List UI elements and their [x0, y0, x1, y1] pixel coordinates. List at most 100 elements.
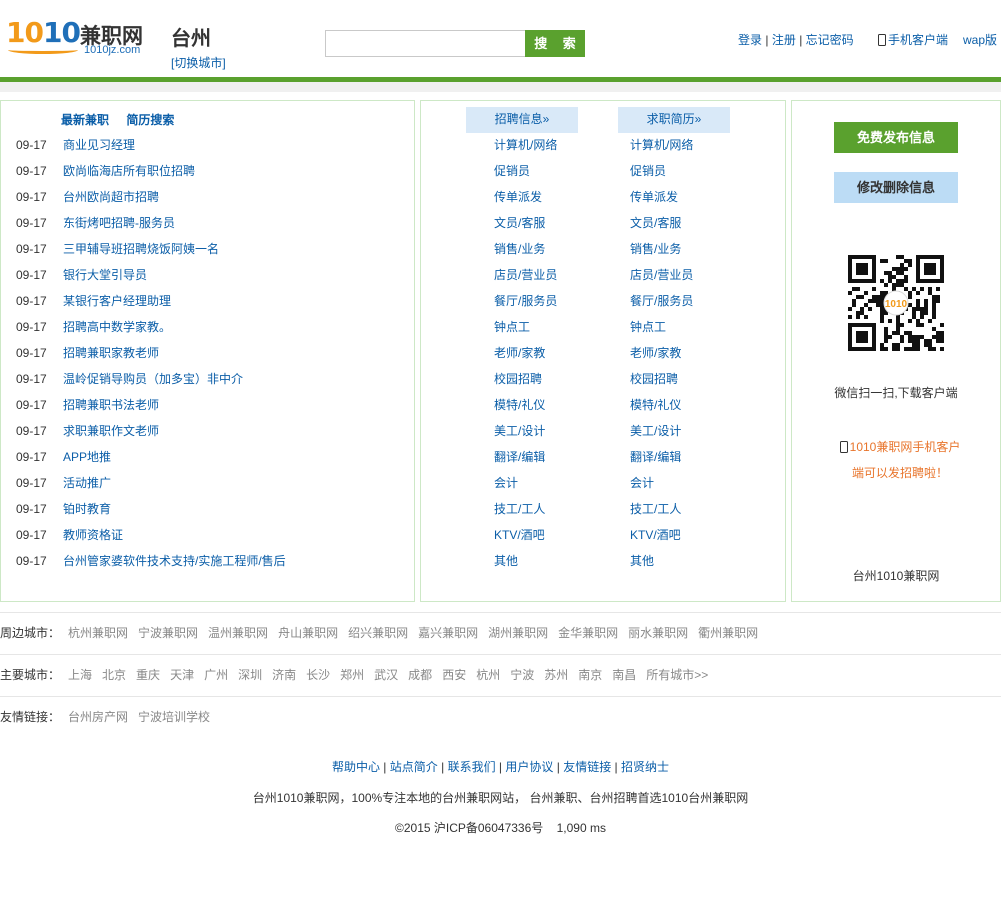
nearby-city-link[interactable]: 宁波兼职网	[138, 626, 198, 640]
nearby-city-link[interactable]: 舟山兼职网	[278, 626, 338, 640]
major-city-link[interactable]: 郑州	[340, 668, 364, 682]
recruit-category-link[interactable]: 传单派发	[494, 187, 557, 213]
job-title-link[interactable]: 铂时教育	[63, 502, 111, 516]
search-input[interactable]	[325, 30, 526, 57]
resume-category-link[interactable]: 会计	[630, 473, 693, 499]
recruit-category-link[interactable]: 销售/业务	[494, 239, 557, 265]
recruit-category-link[interactable]: 钟点工	[494, 317, 557, 343]
recruit-category-link[interactable]: 餐厅/服务员	[494, 291, 557, 317]
resume-category-link[interactable]: 销售/业务	[630, 239, 693, 265]
login-link[interactable]: 登录	[738, 33, 762, 47]
site-logo[interactable]: 1010 兼职网 1010jz.com	[6, 16, 156, 58]
job-title-link[interactable]: 招聘兼职书法老师	[63, 398, 159, 412]
job-title-link[interactable]: 某银行客户经理助理	[63, 294, 171, 308]
job-title-link[interactable]: 教师资格证	[63, 528, 123, 542]
job-title-link[interactable]: 台州欧尚超市招聘	[63, 190, 159, 204]
major-city-link[interactable]: 长沙	[306, 668, 330, 682]
tab-latest-jobs[interactable]: 最新兼职	[61, 113, 109, 127]
nearby-city-link[interactable]: 嘉兴兼职网	[418, 626, 478, 640]
wap-link[interactable]: wap版	[963, 31, 997, 48]
major-city-link[interactable]: 苏州	[544, 668, 568, 682]
recruit-category-link[interactable]: 老师/家教	[494, 343, 557, 369]
footer-link[interactable]: 友情链接	[563, 760, 611, 774]
nearby-city-link[interactable]: 湖州兼职网	[488, 626, 548, 640]
resume-category-link[interactable]: 翻译/编辑	[630, 447, 693, 473]
job-title-link[interactable]: 招聘兼职家教老师	[63, 346, 159, 360]
nearby-city-link[interactable]: 丽水兼职网	[628, 626, 688, 640]
job-title-link[interactable]: 商业见习经理	[63, 138, 135, 152]
recruit-category-link[interactable]: 校园招聘	[494, 369, 557, 395]
resume-category-link[interactable]: KTV/酒吧	[630, 525, 693, 551]
footer-link[interactable]: 联系我们	[448, 760, 496, 774]
major-city-link[interactable]: 杭州	[476, 668, 500, 682]
job-title-link[interactable]: 求职兼职作文老师	[63, 424, 159, 438]
job-title-link[interactable]: 招聘高中数学家教。	[63, 320, 171, 334]
recruit-category-link[interactable]: 美工/设计	[494, 421, 557, 447]
major-city-link[interactable]: 深圳	[238, 668, 262, 682]
recruit-category-link[interactable]: 技工/工人	[494, 499, 557, 525]
job-title-link[interactable]: 东街烤吧招聘-服务员	[63, 216, 175, 230]
resume-category-link[interactable]: 计算机/网络	[630, 135, 693, 161]
resume-category-link[interactable]: 钟点工	[630, 317, 693, 343]
recruit-category-link[interactable]: 其他	[494, 551, 557, 577]
major-city-link[interactable]: 上海	[68, 668, 92, 682]
footer-link[interactable]: 招贤纳士	[621, 760, 669, 774]
recruit-category-link[interactable]: 模特/礼仪	[494, 395, 557, 421]
resume-category-link[interactable]: 其他	[630, 551, 693, 577]
forgot-password-link[interactable]: 忘记密码	[806, 33, 854, 47]
footer-link[interactable]: 用户协议	[505, 760, 553, 774]
resume-category-link[interactable]: 餐厅/服务员	[630, 291, 693, 317]
major-city-link[interactable]: 南京	[578, 668, 602, 682]
switch-city-link[interactable]: [切换城市]	[171, 54, 226, 71]
resume-category-link[interactable]: 文员/客服	[630, 213, 693, 239]
job-title-link[interactable]: APP地推	[63, 450, 111, 464]
resume-category-link[interactable]: 美工/设计	[630, 421, 693, 447]
recruit-category-link[interactable]: 计算机/网络	[494, 135, 557, 161]
major-city-link[interactable]: 成都	[408, 668, 432, 682]
major-city-link[interactable]: 南昌	[612, 668, 636, 682]
job-title-link[interactable]: 欧尚临海店所有职位招聘	[63, 164, 195, 178]
job-title-link[interactable]: 三甲辅导班招聘烧饭阿姨一名	[63, 242, 219, 256]
resume-category-link[interactable]: 技工/工人	[630, 499, 693, 525]
resume-category-link[interactable]: 老师/家教	[630, 343, 693, 369]
footer-link[interactable]: 帮助中心	[332, 760, 380, 774]
app-promo[interactable]: 1010兼职网手机客户 端可以发招聘啦！	[820, 434, 980, 486]
resume-category-link[interactable]: 促销员	[630, 161, 693, 187]
recruit-category-link[interactable]: 文员/客服	[494, 213, 557, 239]
major-city-link[interactable]: 广州	[204, 668, 228, 682]
job-title-link[interactable]: 温岭促销导购员（加多宝）非中介	[63, 372, 243, 386]
nearby-city-link[interactable]: 杭州兼职网	[68, 626, 128, 640]
nearby-city-link[interactable]: 衢州兼职网	[698, 626, 758, 640]
major-city-link[interactable]: 所有城市>>	[646, 668, 708, 682]
resume-category-link[interactable]: 店员/营业员	[630, 265, 693, 291]
recruit-category-link[interactable]: KTV/酒吧	[494, 525, 557, 551]
resume-category-link[interactable]: 传单派发	[630, 187, 693, 213]
nearby-city-link[interactable]: 金华兼职网	[558, 626, 618, 640]
footer-link[interactable]: 站点简介	[390, 760, 438, 774]
tab-resume-search[interactable]: 简历搜索	[126, 113, 174, 127]
search-button[interactable]: 搜 索	[525, 30, 585, 57]
job-title-link[interactable]: 银行大堂引导员	[63, 268, 147, 282]
job-title-link[interactable]: 活动推广	[63, 476, 111, 490]
register-link[interactable]: 注册	[772, 33, 796, 47]
friend-link[interactable]: 宁波培训学校	[138, 710, 210, 724]
publish-free-button[interactable]: 免费发布信息	[834, 122, 958, 153]
friend-link[interactable]: 台州房产网	[68, 710, 128, 724]
major-city-link[interactable]: 天津	[170, 668, 194, 682]
major-city-link[interactable]: 西安	[442, 668, 466, 682]
nearby-city-link[interactable]: 绍兴兼职网	[348, 626, 408, 640]
recruit-category-link[interactable]: 促销员	[494, 161, 557, 187]
recruit-info-header[interactable]: 招聘信息»	[466, 107, 578, 133]
major-city-link[interactable]: 武汉	[374, 668, 398, 682]
job-title-link[interactable]: 台州管家婆软件技术支持/实施工程师/售后	[63, 554, 286, 568]
nearby-city-link[interactable]: 温州兼职网	[208, 626, 268, 640]
major-city-link[interactable]: 济南	[272, 668, 296, 682]
resume-header[interactable]: 求职简历»	[618, 107, 730, 133]
edit-delete-button[interactable]: 修改删除信息	[834, 172, 958, 203]
recruit-category-link[interactable]: 翻译/编辑	[494, 447, 557, 473]
major-city-link[interactable]: 北京	[102, 668, 126, 682]
recruit-category-link[interactable]: 会计	[494, 473, 557, 499]
mobile-client-link[interactable]: 手机客户端	[878, 31, 948, 48]
resume-category-link[interactable]: 校园招聘	[630, 369, 693, 395]
recruit-category-link[interactable]: 店员/营业员	[494, 265, 557, 291]
